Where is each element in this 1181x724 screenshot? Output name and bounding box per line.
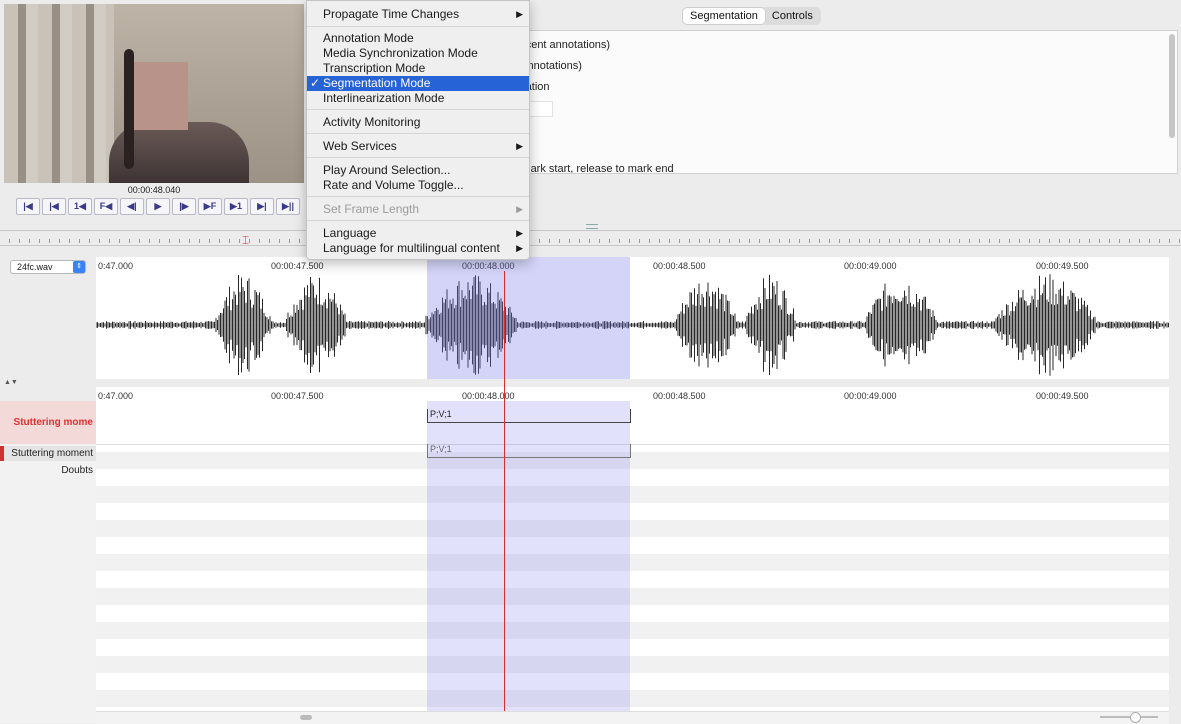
go-to-end-button[interactable]: ▶|| [276, 198, 300, 215]
timeline-overview-ruler[interactable] [0, 230, 1181, 246]
menu-item-language[interactable]: Language ▶ [307, 226, 529, 241]
video-curtain [4, 4, 114, 183]
waveform-header [0, 256, 96, 380]
tier-labels-column: Stuttering mome Stuttering moment Doubts [0, 401, 96, 723]
menu-item-label: Web Services [323, 139, 397, 153]
menu-separator [307, 109, 529, 110]
menu-item-play-around-selection[interactable]: Play Around Selection... [307, 163, 529, 178]
annotation-reference[interactable]: P;V;1 [427, 444, 631, 458]
menu-item-segmentation-mode[interactable]: ✓ Segmentation Mode [307, 76, 529, 91]
submenu-arrow-icon: ▶ [516, 141, 523, 151]
menu-separator [307, 26, 529, 27]
vertical-scrollbar[interactable] [1169, 257, 1181, 723]
tick-label: 00:00:49.500 [1036, 261, 1089, 271]
playback-cursor [504, 271, 505, 711]
go-to-begin-button[interactable]: |◀ [16, 198, 40, 215]
previous-second-button[interactable]: 1◀ [68, 198, 92, 215]
menu-item-activity-monitoring[interactable]: Activity Monitoring [307, 115, 529, 130]
menu-item-set-frame-length: Set Frame Length ▶ [307, 202, 529, 217]
tier-time-ruler[interactable]: 0:47.000 00:00:47.500 00:00:48.000 00:00… [96, 387, 1169, 402]
menu-item-rate-volume-toggle[interactable]: Rate and Volume Toggle... [307, 178, 529, 193]
submenu-arrow-icon: ▶ [516, 228, 523, 238]
tick-label: 00:00:47.500 [271, 391, 324, 401]
menu-item-label: Segmentation Mode [323, 76, 431, 90]
chevron-updown-icon: ⇕ [73, 261, 85, 273]
menu-item-language-multilingual[interactable]: Language for multilingual content ▶ [307, 241, 529, 256]
horizontal-scrollbar[interactable] [96, 711, 1169, 724]
tick-label: 00:00:48.500 [653, 391, 706, 401]
menu-item-transcription-mode[interactable]: Transcription Mode [307, 61, 529, 76]
collapse-arrows-icon[interactable]: ▲▼ [4, 379, 18, 386]
tick-label: 00:00:48.000 [462, 391, 515, 401]
submenu-arrow-icon: ▶ [516, 243, 523, 253]
options-menu: Propagate Time Changes ▶ Annotation Mode … [306, 0, 530, 260]
menu-separator [307, 157, 529, 158]
checkmark-icon: ✓ [310, 76, 321, 90]
menu-separator [307, 133, 529, 134]
tab-segmentation[interactable]: Segmentation [683, 8, 765, 24]
play-button[interactable]: ▶ [146, 198, 170, 215]
menu-separator [307, 220, 529, 221]
zoom-slider-track[interactable] [1100, 716, 1158, 718]
blurred-face [134, 62, 188, 130]
split-divider-handle[interactable] [586, 224, 598, 229]
previous-pixel-button[interactable]: ◀| [120, 198, 144, 215]
waveform-path [96, 274, 1169, 376]
annotation-active[interactable]: P;V;1 [427, 409, 631, 423]
active-tier-row[interactable] [96, 401, 1169, 445]
menu-separator [307, 196, 529, 197]
menu-item-label: Propagate Time Changes [323, 7, 460, 21]
tick-label: 00:00:49.000 [844, 391, 897, 401]
tier-label-doubts[interactable]: Doubts [0, 463, 96, 478]
segmentation-options-panel: on-adjacent annotations) jacent annotati… [480, 30, 1178, 174]
audio-file-name: 24fc.wav [17, 262, 53, 272]
tier-grid[interactable] [96, 401, 1169, 711]
zoom-slider-knob[interactable] [1130, 712, 1141, 723]
menu-item-interlinearization-mode[interactable]: Interlinearization Mode [307, 91, 529, 106]
menu-item-propagate[interactable]: Propagate Time Changes ▶ [307, 7, 529, 22]
media-time-display: 00:00:48.040 [127, 185, 181, 195]
next-frame-button[interactable]: ▶F [198, 198, 222, 215]
next-pixel-button[interactable]: |▶ [172, 198, 196, 215]
audio-file-select[interactable]: 24fc.wav ⇕ [10, 260, 86, 274]
horizontal-scroll-thumb[interactable] [300, 715, 312, 720]
menu-item-label: Language for multilingual content [323, 241, 500, 255]
video-viewer [4, 4, 304, 183]
tick-label: 0:47.000 [98, 391, 134, 401]
media-controls: |◀ |◀ 1◀ F◀ ◀| ▶ |▶ ▶F ▶1 ▶| ▶|| [16, 198, 302, 215]
video-hair [124, 49, 134, 169]
tier-label-active[interactable]: Stuttering mome [0, 401, 96, 444]
previous-frame-button[interactable]: F◀ [94, 198, 118, 215]
menu-item-label: Language [323, 226, 377, 240]
next-second-button[interactable]: ▶1 [224, 198, 248, 215]
tier-label-stuttering-moment[interactable]: Stuttering moment [0, 446, 96, 461]
menu-item-label: Set Frame Length [323, 202, 420, 216]
tick-label: 0:47.000 [98, 261, 134, 271]
crosshair-marker-icon: ⌶ [242, 233, 250, 247]
audio-waveform[interactable] [96, 271, 1169, 379]
tick-label: 00:00:48.500 [653, 261, 706, 271]
tick-label: 00:00:49.000 [844, 261, 897, 271]
options-scrollbar[interactable] [1169, 34, 1175, 138]
previous-scrollview-button[interactable]: |◀ [42, 198, 66, 215]
selection-highlight-waveform [427, 257, 630, 379]
menu-item-web-services[interactable]: Web Services ▶ [307, 139, 529, 154]
tick-label: 00:00:49.500 [1036, 391, 1089, 401]
menu-item-annotation-mode[interactable]: Annotation Mode [307, 31, 529, 46]
waveform-time-ruler[interactable]: 0:47.000 00:00:47.500 00:00:48.000 00:00… [96, 257, 1169, 272]
panel-tabs: Segmentation Controls [682, 7, 821, 25]
tab-controls[interactable]: Controls [765, 8, 820, 24]
next-scrollview-button[interactable]: ▶| [250, 198, 274, 215]
submenu-arrow-icon: ▶ [516, 204, 523, 214]
tick-label: 00:00:47.500 [271, 261, 324, 271]
submenu-arrow-icon: ▶ [516, 9, 523, 19]
menu-item-media-sync-mode[interactable]: Media Synchronization Mode [307, 46, 529, 61]
